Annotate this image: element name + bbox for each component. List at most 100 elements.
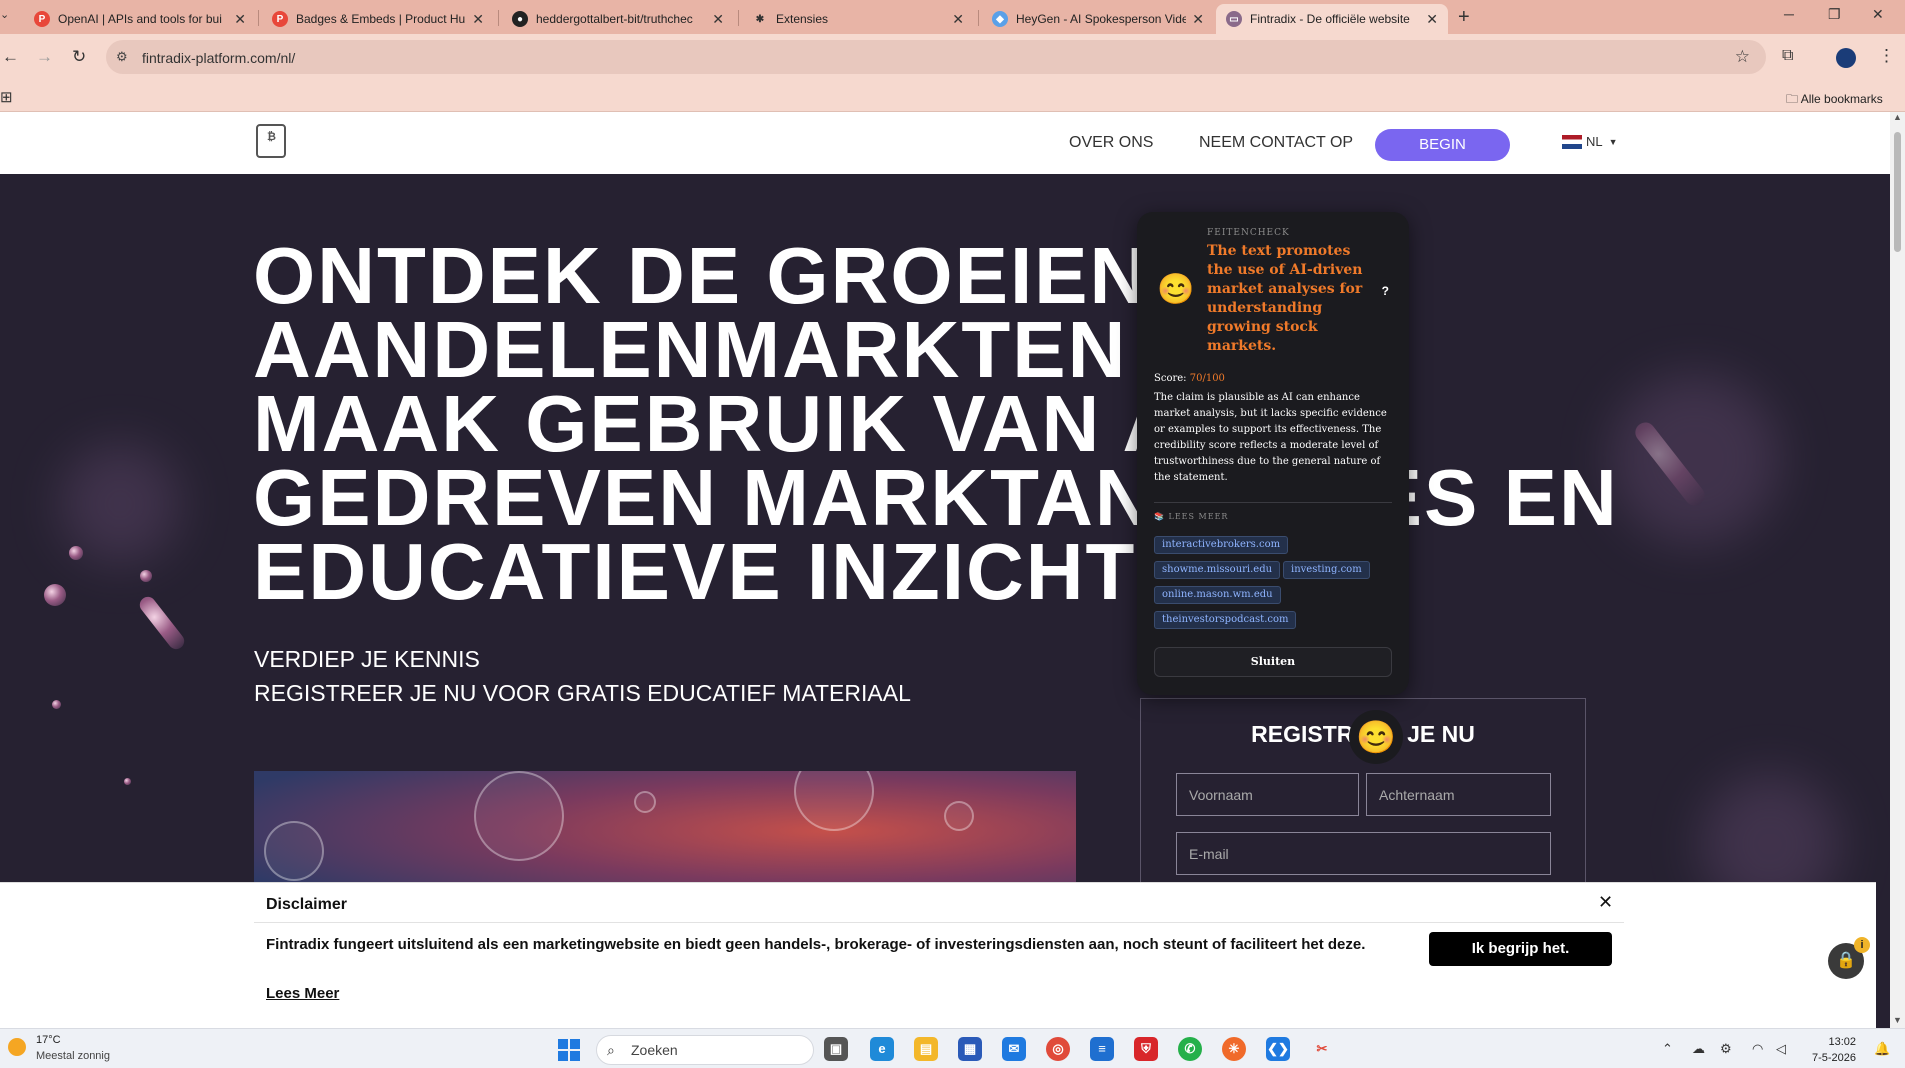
nav-about[interactable]: OVER ONS [1069,134,1153,152]
weather-temperature[interactable]: 17°C [36,1034,61,1046]
security-icon[interactable]: ⛨ [1134,1037,1158,1061]
close-icon[interactable]: ✕ [1598,892,1613,913]
speaker-icon[interactable]: ◁ [1776,1041,1786,1057]
back-icon[interactable]: ← [2,47,19,67]
close-icon[interactable]: ✕ [472,11,484,28]
image-bubble [474,771,564,861]
score-label: Score: [1154,373,1187,384]
divider [254,922,1624,923]
accept-button[interactable]: Ik begrijp het. [1429,932,1612,966]
settings-gear-icon[interactable]: ⚙ [1720,1041,1732,1057]
close-icon[interactable]: ✕ [1426,11,1438,28]
page-scrollbar[interactable]: ▲ ▼ [1890,112,1905,1028]
factcheck-popup: 😊 FEITENCHECK The text promotes the use … [1137,212,1409,695]
notes-icon[interactable]: ≡ [1090,1037,1114,1061]
factcheck-label: FEITENCHECK [1207,228,1290,238]
restore-icon[interactable]: ❐ [1828,6,1841,23]
url-text[interactable]: fintradix-platform.com/nl/ [142,50,295,66]
chrome-icon[interactable]: ◎ [1046,1037,1070,1061]
web-page: ₿ OVER ONS NEEM CONTACT OP BEGIN NL ▼ ON… [0,112,1905,1028]
source-link[interactable]: showme.missouri.edu [1154,561,1281,579]
reload-icon[interactable]: ↻ [72,47,86,67]
begin-button[interactable]: BEGIN [1375,129,1510,161]
close-icon[interactable]: ✕ [712,11,724,28]
email-field[interactable]: E-mail [1176,832,1551,875]
tab-github[interactable]: ● heddergottalbert-bit/truthchec ✕ [502,4,734,34]
close-icon[interactable]: ✕ [952,11,964,28]
wifi-icon[interactable]: ◠ [1752,1041,1763,1057]
system-clock[interactable]: 13:02 7-5-2026 [1812,1034,1856,1066]
language-selector[interactable]: NL ▼ [1562,134,1618,149]
tab-separator [978,10,979,26]
window-close-icon[interactable]: ✕ [1872,6,1884,23]
avatar[interactable] [1836,48,1856,68]
new-tab-icon[interactable]: + [1458,6,1470,29]
taskbar-search[interactable]: ⌕ Zoeken [596,1035,814,1065]
privacy-lock-icon[interactable]: 🔒 i [1828,937,1870,979]
info-badge-icon: i [1854,937,1870,953]
heygen-favicon-icon: ◆ [992,11,1008,27]
clock-date: 7-5-2026 [1812,1052,1857,1064]
help-icon[interactable]: ? [1382,284,1389,298]
more-menu-icon[interactable]: ⋮ [1878,46,1895,66]
image-bubble [634,791,656,813]
outlook-icon[interactable]: ✉ [1002,1037,1026,1061]
whatsapp-icon[interactable]: ✆ [1178,1037,1202,1061]
site-logo[interactable]: ₿ [256,124,286,158]
start-button[interactable] [558,1039,580,1061]
source-link[interactable]: interactivebrokers.com [1154,536,1289,554]
forward-icon[interactable]: → [36,47,53,67]
nl-flag-icon [1562,134,1582,149]
snipping-tool-icon[interactable]: ✂ [1310,1037,1334,1061]
last-name-field[interactable]: Achternaam [1366,773,1551,816]
close-button[interactable]: Sluiten [1154,647,1392,677]
factcheck-toggle-icon[interactable]: 😊 [1349,710,1403,764]
url-input[interactable]: ⚙ fintradix-platform.com/nl/ ☆ [106,40,1766,74]
all-bookmarks-button[interactable]: 🗀 Alle bookmarks [1786,90,1883,111]
scroll-up-icon[interactable]: ▲ [1893,112,1902,122]
weather-condition[interactable]: Meestal zonnig [36,1050,110,1062]
browser-tab-bar: ⌄ P OpenAI | APIs and tools for bui ✕ P … [0,0,1905,34]
logo-mark-icon: ₿ [267,131,276,143]
tab-search-icon[interactable]: ⌄ [0,8,16,26]
cloud-icon[interactable]: ☁ [1692,1041,1705,1057]
scrollbar-thumb[interactable] [1894,132,1901,252]
extensions-icon[interactable]: ⧉ [1782,47,1793,65]
store-icon[interactable]: ▦ [958,1037,982,1061]
read-more-label: LEES MEER [1168,512,1229,521]
site-settings-icon[interactable]: ⚙ [116,49,128,65]
decorative-capsule [136,593,188,653]
tab-openai[interactable]: P OpenAI | APIs and tools for bui ✕ [24,4,256,34]
tab-producthunt[interactable]: P Badges & Embeds | Product Hu ✕ [262,4,494,34]
minimize-icon[interactable]: ─ [1784,6,1794,22]
edge-icon[interactable]: e [870,1037,894,1061]
scroll-down-icon[interactable]: ▼ [1893,1015,1902,1025]
file-explorer-icon[interactable]: ▤ [914,1037,938,1061]
bookmarks-bar: ⊞ 🗀 Alle bookmarks [0,82,1905,112]
disclaimer-title: Disclaimer [266,896,347,913]
smiley-icon: 😊 [1157,273,1195,306]
apps-grid-icon[interactable]: ⊞ [0,88,13,106]
read-more-link[interactable]: Lees Meer [266,985,339,1002]
vscode-icon[interactable]: ❮❯ [1266,1037,1290,1061]
task-view-icon[interactable]: ▣ [824,1037,848,1061]
claude-icon[interactable]: ✳ [1222,1037,1246,1061]
tab-heygen[interactable]: ◆ HeyGen - AI Spokesperson Vide ✕ [982,4,1214,34]
tab-extensions[interactable]: ✱ Extensies ✕ [742,4,974,34]
first-name-field[interactable]: Voornaam [1176,773,1359,816]
sun-icon[interactable] [8,1038,26,1056]
tab-fintradix[interactable]: ▭ Fintradix - De officiële website ✕ [1216,4,1448,34]
source-link[interactable]: theinvestorspodcast.com [1154,611,1297,629]
nav-contact[interactable]: NEEM CONTACT OP [1199,134,1353,152]
notification-bell-icon[interactable]: 🔔 [1874,1041,1890,1057]
close-icon[interactable]: ✕ [1192,11,1204,28]
image-bubble [264,821,324,881]
source-link[interactable]: investing.com [1283,561,1370,579]
bookmark-star-icon[interactable]: ☆ [1735,47,1750,67]
close-icon[interactable]: ✕ [234,11,246,28]
source-link[interactable]: online.mason.wm.edu [1154,586,1281,604]
disclaimer-text: Fintradix fungeert uitsluitend als een m… [266,936,1366,953]
caret-down-icon: ▼ [1608,136,1618,147]
chevron-up-icon[interactable]: ⌃ [1662,1041,1673,1057]
score-value: 70/100 [1189,373,1225,384]
